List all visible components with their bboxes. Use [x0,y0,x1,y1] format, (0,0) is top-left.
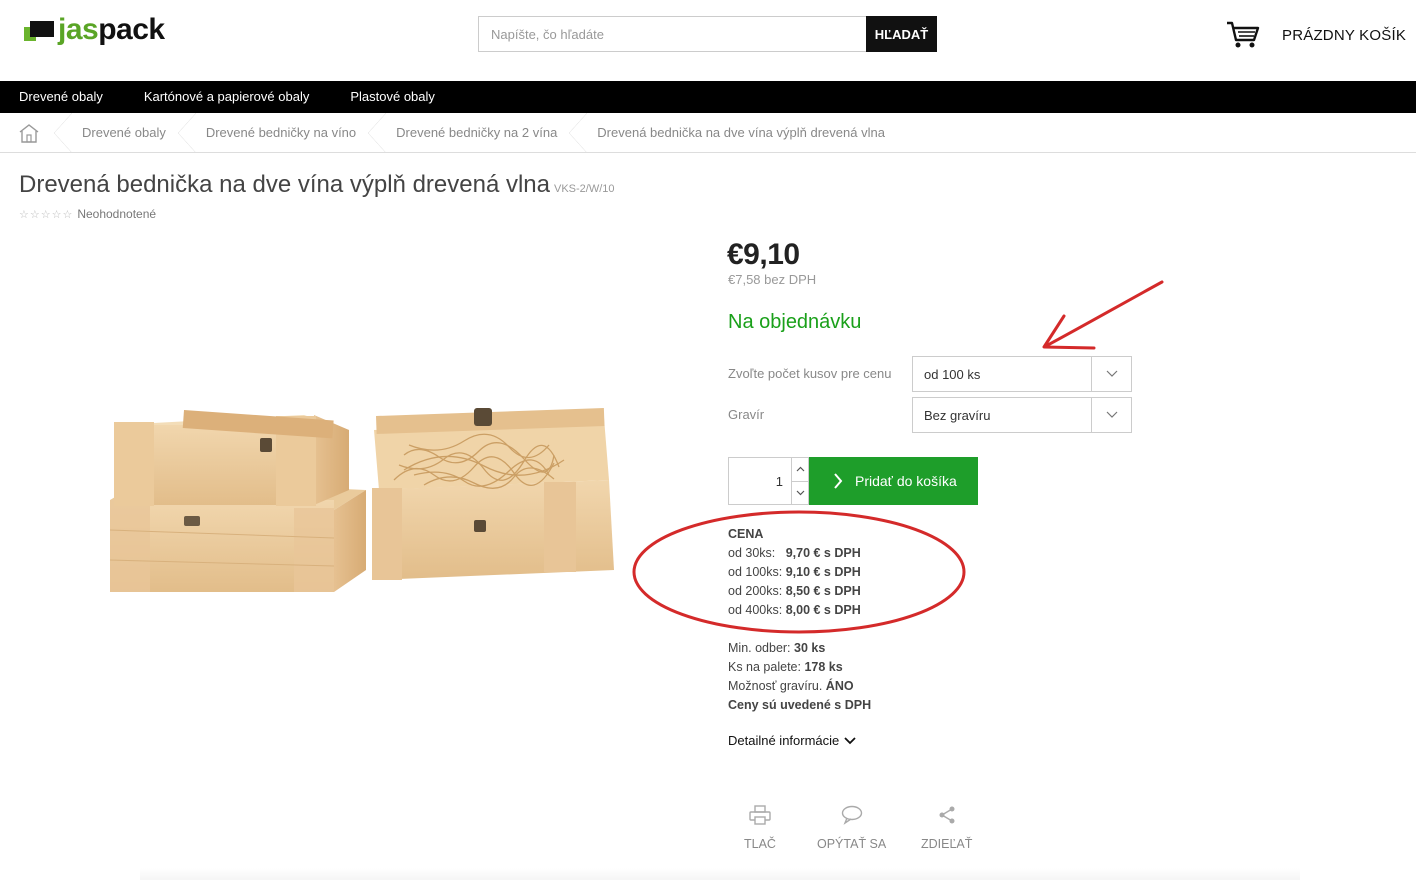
quantity-stepper [728,457,809,505]
breadcrumb: Drevené obaly Drevené bedničky na víno D… [0,112,1416,153]
vat-note: Ceny sú uvedené s DPH [728,698,872,712]
share-button[interactable]: ZDIEĽAŤ [921,805,972,851]
quantity-increase-button[interactable] [792,458,808,482]
engraving-select[interactable]: Bez gravíru [912,397,1132,433]
product-price-net: €7,58 bez DPH [728,272,817,287]
nav-item-wooden[interactable]: Drevené obaly [19,81,103,113]
engraving-value: Bez gravíru [924,407,991,423]
logo-text-part2: pack [98,13,165,46]
ask-label: OPÝTAŤ SA [817,837,887,851]
cart-link[interactable]: PRÁZDNY KOŠÍK [1226,20,1406,50]
quantity-tier-value: od 100 ks [924,366,981,382]
add-to-cart-button[interactable]: Pridať do košíka [809,457,978,505]
ask-button[interactable]: OPÝTAŤ SA [817,805,886,851]
rating-stars-icon: ☆☆☆☆☆ [19,208,74,221]
search-input[interactable] [478,16,866,52]
cart-label: PRÁZDNY KOŠÍK [1282,26,1407,44]
logo[interactable]: jaspack [24,14,165,46]
chevron-down-icon [1106,370,1117,377]
chevron-down-icon [1106,411,1117,418]
speech-bubble-icon [841,805,862,825]
quantity-input[interactable] [729,458,791,504]
nav-item-cardboard[interactable]: Kartónové a papierové obaly [144,81,310,113]
breadcrumb-home[interactable] [4,113,54,153]
site-header: jaspack HĽADAŤ PRÁZDNY KOŠÍK [0,0,1416,81]
price-tier-row: od 100ks: 9,10 € s DPH [728,565,861,579]
product-price: €9,10 [727,238,800,271]
main-nav: Drevené obaly Kartónové a papierové obal… [0,81,1416,113]
product-image[interactable] [104,330,624,600]
annotation-arrow-icon [1044,280,1164,348]
share-label: ZDIEĽAŤ [921,837,973,851]
engraving-option-label: Gravír [728,407,765,422]
add-to-cart-label: Pridať do košíka [855,473,957,489]
price-tier-row: od 400ks: 8,00 € s DPH [728,603,861,617]
meta-row: Ks na palete: 178 ks [728,660,843,674]
product-rating[interactable]: ☆☆☆☆☆ Neohodnotené [19,207,156,221]
quantity-option-label: Zvoľte počet kusov pre cenu [728,366,892,381]
search-button[interactable]: HĽADAŤ [866,16,937,52]
product-meta: Min. odber: 30 ks Ks na palete: 178 ks M… [728,639,871,715]
details-toggle-label: Detailné informácie [728,733,840,748]
breadcrumb-item[interactable]: Drevené bedničky na víno [177,112,368,153]
logo-text-part1: jas [58,13,99,46]
print-button[interactable]: TLAČ [744,805,776,851]
product-sku: VKS-2/W/10 [554,183,615,195]
chevron-up-icon [796,466,804,472]
page-bottom-shadow [140,868,1300,880]
share-icon [939,806,955,824]
meta-row: Min. odber: 30 ks [728,641,826,655]
availability-status: Na objednávku [728,311,862,333]
quantity-decrease-button[interactable] [792,482,808,505]
print-icon [749,805,771,825]
chevron-down-icon [844,736,856,744]
chevron-right-icon [834,473,843,489]
nav-item-plastic[interactable]: Plastové obaly [350,81,435,113]
product-heading: Drevená bednička na dve vína výplň dreve… [19,171,615,199]
details-toggle[interactable]: Detailné informácie [728,733,856,748]
logo-mark-icon [24,19,54,41]
quantity-tier-select[interactable]: od 100 ks [912,356,1132,392]
chevron-down-icon [796,490,804,496]
price-tier-row: od 200ks: 8,50 € s DPH [728,584,861,598]
home-icon [19,123,39,143]
search-bar: HĽADAŤ [478,16,937,52]
price-tier-row: od 30ks: 9,70 € s DPH [728,546,861,560]
price-tiers-heading: CENA [728,527,764,541]
breadcrumb-item[interactable]: Drevené bedničky na 2 vína [368,112,569,153]
price-tiers: CENA od 30ks: 9,70 € s DPH od 100ks: 9,1… [728,525,861,620]
breadcrumb-current: Drevená bednička na dve vína výplň dreve… [569,112,897,153]
cart-icon [1227,21,1260,48]
page-title: Drevená bednička na dve vína výplň dreve… [19,171,550,198]
print-label: TLAČ [744,837,776,851]
rating-label: Neohodnotené [77,207,157,221]
breadcrumb-item[interactable]: Drevené obaly [54,112,178,153]
meta-row: Možnosť gravíru. ÁNO [728,679,854,693]
